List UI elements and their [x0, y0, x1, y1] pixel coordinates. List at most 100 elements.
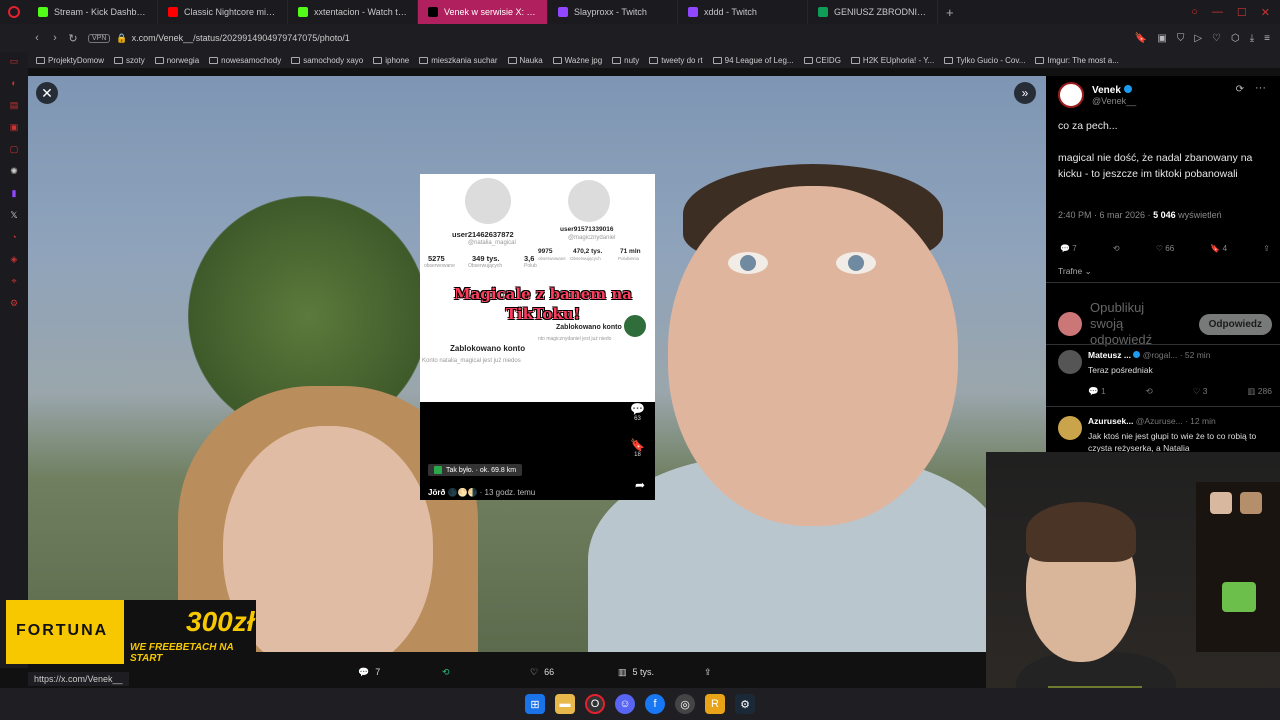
- bookmark-item[interactable]: 94 League of Leg...: [712, 56, 794, 65]
- reply-button[interactable]: 💬 7: [1060, 244, 1077, 253]
- cube-icon[interactable]: ◈: [8, 254, 20, 264]
- tab-4[interactable]: Slayproxx - Twitch: [548, 0, 678, 24]
- opera-menu-button[interactable]: [0, 0, 28, 24]
- tab-2[interactable]: xxtentacion - Watch the V: [288, 0, 418, 24]
- tab-favicon-icon: [818, 7, 828, 17]
- bookmark-item[interactable]: tweety do rt: [649, 56, 703, 65]
- comment-like-count: 3: [1202, 386, 1208, 396]
- comment-reply-button[interactable]: 💬 1: [1088, 386, 1106, 397]
- bookmarks-bar: ProjektyDomow szoty norwegia nowesamochody s…: [28, 52, 1280, 68]
- settings-icon[interactable]: ⚙: [8, 298, 20, 308]
- share-button[interactable]: ⇪: [1263, 244, 1270, 253]
- bag-icon[interactable]: ▣: [8, 122, 20, 132]
- bookmark-item[interactable]: mieszkania suchar: [419, 56, 498, 65]
- window-controls: ○ — ☐ ✕: [1191, 6, 1280, 19]
- bookmark-item[interactable]: Ważne jpg: [552, 56, 602, 65]
- close-window-button[interactable]: ✕: [1261, 6, 1270, 19]
- avatar[interactable]: [1058, 416, 1082, 440]
- reply-submit-button[interactable]: Odpowiedz: [1198, 313, 1272, 335]
- forward-button[interactable]: ›: [46, 32, 64, 44]
- repost-action[interactable]: ⟲: [442, 667, 450, 678]
- file-explorer-icon[interactable]: ▬: [555, 694, 575, 714]
- bookmark-item[interactable]: norwegia: [154, 56, 199, 65]
- heart-icon[interactable]: ♡: [1212, 33, 1221, 44]
- comment-text: Teraz pośredniak: [1088, 365, 1153, 375]
- reply-input[interactable]: Opublikuj swoją odpowiedź: [1090, 300, 1180, 348]
- comment-repost-button[interactable]: ⟲: [1146, 386, 1153, 397]
- windows-start-icon[interactable]: ⊞: [525, 694, 545, 714]
- repost-button[interactable]: ⟲: [1113, 244, 1120, 253]
- more-icon[interactable]: ···: [1255, 82, 1266, 94]
- bookmark-item[interactable]: Imgur: The most a...: [1035, 56, 1119, 65]
- extensions-icon[interactable]: ⬡: [1231, 33, 1240, 44]
- folder-icon: [373, 56, 383, 64]
- tab-1[interactable]: Classic Nightcore mix - Yo: [158, 0, 288, 24]
- menu-icon[interactable]: ≡: [1264, 33, 1270, 44]
- bookmark-item[interactable]: szoty: [114, 56, 145, 65]
- history-icon[interactable]: ◔: [8, 232, 20, 242]
- tab-0[interactable]: Stream - Kick Dashboard: [28, 0, 158, 24]
- avatar[interactable]: [1058, 350, 1082, 374]
- bookmark-item[interactable]: iphone: [373, 56, 409, 65]
- expand-panel-button[interactable]: »: [1014, 82, 1036, 104]
- twitch-icon[interactable]: ▮: [8, 188, 20, 198]
- home-icon[interactable]: ▭: [8, 56, 20, 66]
- new-tab-button[interactable]: +: [938, 5, 962, 20]
- comment-text: Jak ktoś nie jest głupi to wie że to co …: [1088, 431, 1257, 453]
- bookmark-item[interactable]: samochody xayo: [291, 56, 363, 65]
- obs-icon[interactable]: ◎: [675, 694, 695, 714]
- x-icon[interactable]: 𝕏: [8, 210, 20, 220]
- search-icon[interactable]: ○: [1191, 6, 1198, 19]
- webcam-figure: [1240, 492, 1262, 514]
- bookmark-item[interactable]: Tylko Gucio - Cov...: [944, 56, 1025, 65]
- tab-5[interactable]: xddd - Twitch: [678, 0, 808, 24]
- steam-icon[interactable]: ⚙: [735, 694, 755, 714]
- comment-handle: @rogal... · 52 min: [1142, 350, 1211, 360]
- reload-button[interactable]: ↻: [64, 32, 82, 45]
- chatgpt-icon[interactable]: ✺: [8, 166, 20, 176]
- grok-icon[interactable]: ⟳: [1236, 84, 1244, 95]
- play-icon[interactable]: ▷: [1194, 33, 1202, 44]
- views-action[interactable]: ▥ 5 tys.: [618, 667, 654, 678]
- flow-icon[interactable]: ◐: [8, 78, 20, 88]
- download-icon[interactable]: ⤓: [1250, 33, 1254, 44]
- bookmark-button[interactable]: 🔖 4: [1210, 244, 1227, 253]
- sort-dropdown[interactable]: Trafne ⌄: [1058, 266, 1092, 277]
- opera-icon[interactable]: O: [585, 694, 605, 714]
- bookmark-item[interactable]: ProjektyDomow: [36, 56, 104, 65]
- comment-like-button[interactable]: ♡ 3: [1193, 386, 1208, 397]
- tv-icon[interactable]: ▢: [8, 144, 20, 154]
- bookmark-item[interactable]: CEIDG: [803, 56, 841, 65]
- facebook-icon[interactable]: f: [645, 694, 665, 714]
- author-handle[interactable]: @Venek__: [1092, 96, 1136, 106]
- reply-action[interactable]: 💬 7: [358, 667, 380, 678]
- bookmark-item[interactable]: Nauka: [507, 56, 543, 65]
- bookmark-icon[interactable]: 🔖: [1135, 33, 1147, 44]
- tab-6[interactable]: GENIUSZ ZBRODNI preLO: [808, 0, 938, 24]
- url-field[interactable]: x.com/Venek__/status/2029914904979747075…: [132, 33, 350, 43]
- author-name[interactable]: Venek: [1092, 84, 1136, 96]
- vpn-badge[interactable]: VPN: [88, 33, 111, 43]
- like-button[interactable]: ♡ 66: [1156, 244, 1174, 253]
- back-button[interactable]: ‹: [28, 32, 46, 44]
- bookmark-item[interactable]: nuty: [612, 56, 639, 65]
- tab-3[interactable]: Venek w serwisie X: „co z: [418, 0, 548, 24]
- like-action[interactable]: ♡ 66: [530, 667, 554, 678]
- camera-icon[interactable]: ▣: [1157, 33, 1166, 44]
- close-photo-button[interactable]: ✕: [36, 82, 58, 104]
- minimize-button[interactable]: —: [1212, 6, 1223, 19]
- shield-icon[interactable]: ⛉: [1177, 33, 1185, 44]
- tiktok-profile-badge: [622, 313, 648, 339]
- tweet-time[interactable]: 2:40 PM · 6 mar 2026 ·: [1058, 210, 1151, 220]
- comment-views[interactable]: ▥ 286: [1247, 386, 1272, 397]
- bookmark-item[interactable]: H2K EUphoria! - Y...: [850, 56, 934, 65]
- avatar[interactable]: [1058, 82, 1084, 108]
- pin-icon[interactable]: ⌖: [8, 276, 20, 286]
- shop-icon[interactable]: ▤: [8, 100, 20, 110]
- share-action[interactable]: ⇪: [704, 667, 712, 678]
- reply-composer: Opublikuj swoją odpowiedź Odpowiedz: [1058, 300, 1272, 348]
- rockstar-icon[interactable]: R: [705, 694, 725, 714]
- bookmark-item[interactable]: nowesamochody: [209, 56, 281, 65]
- discord-icon[interactable]: ☺: [615, 694, 635, 714]
- maximize-button[interactable]: ☐: [1237, 6, 1247, 19]
